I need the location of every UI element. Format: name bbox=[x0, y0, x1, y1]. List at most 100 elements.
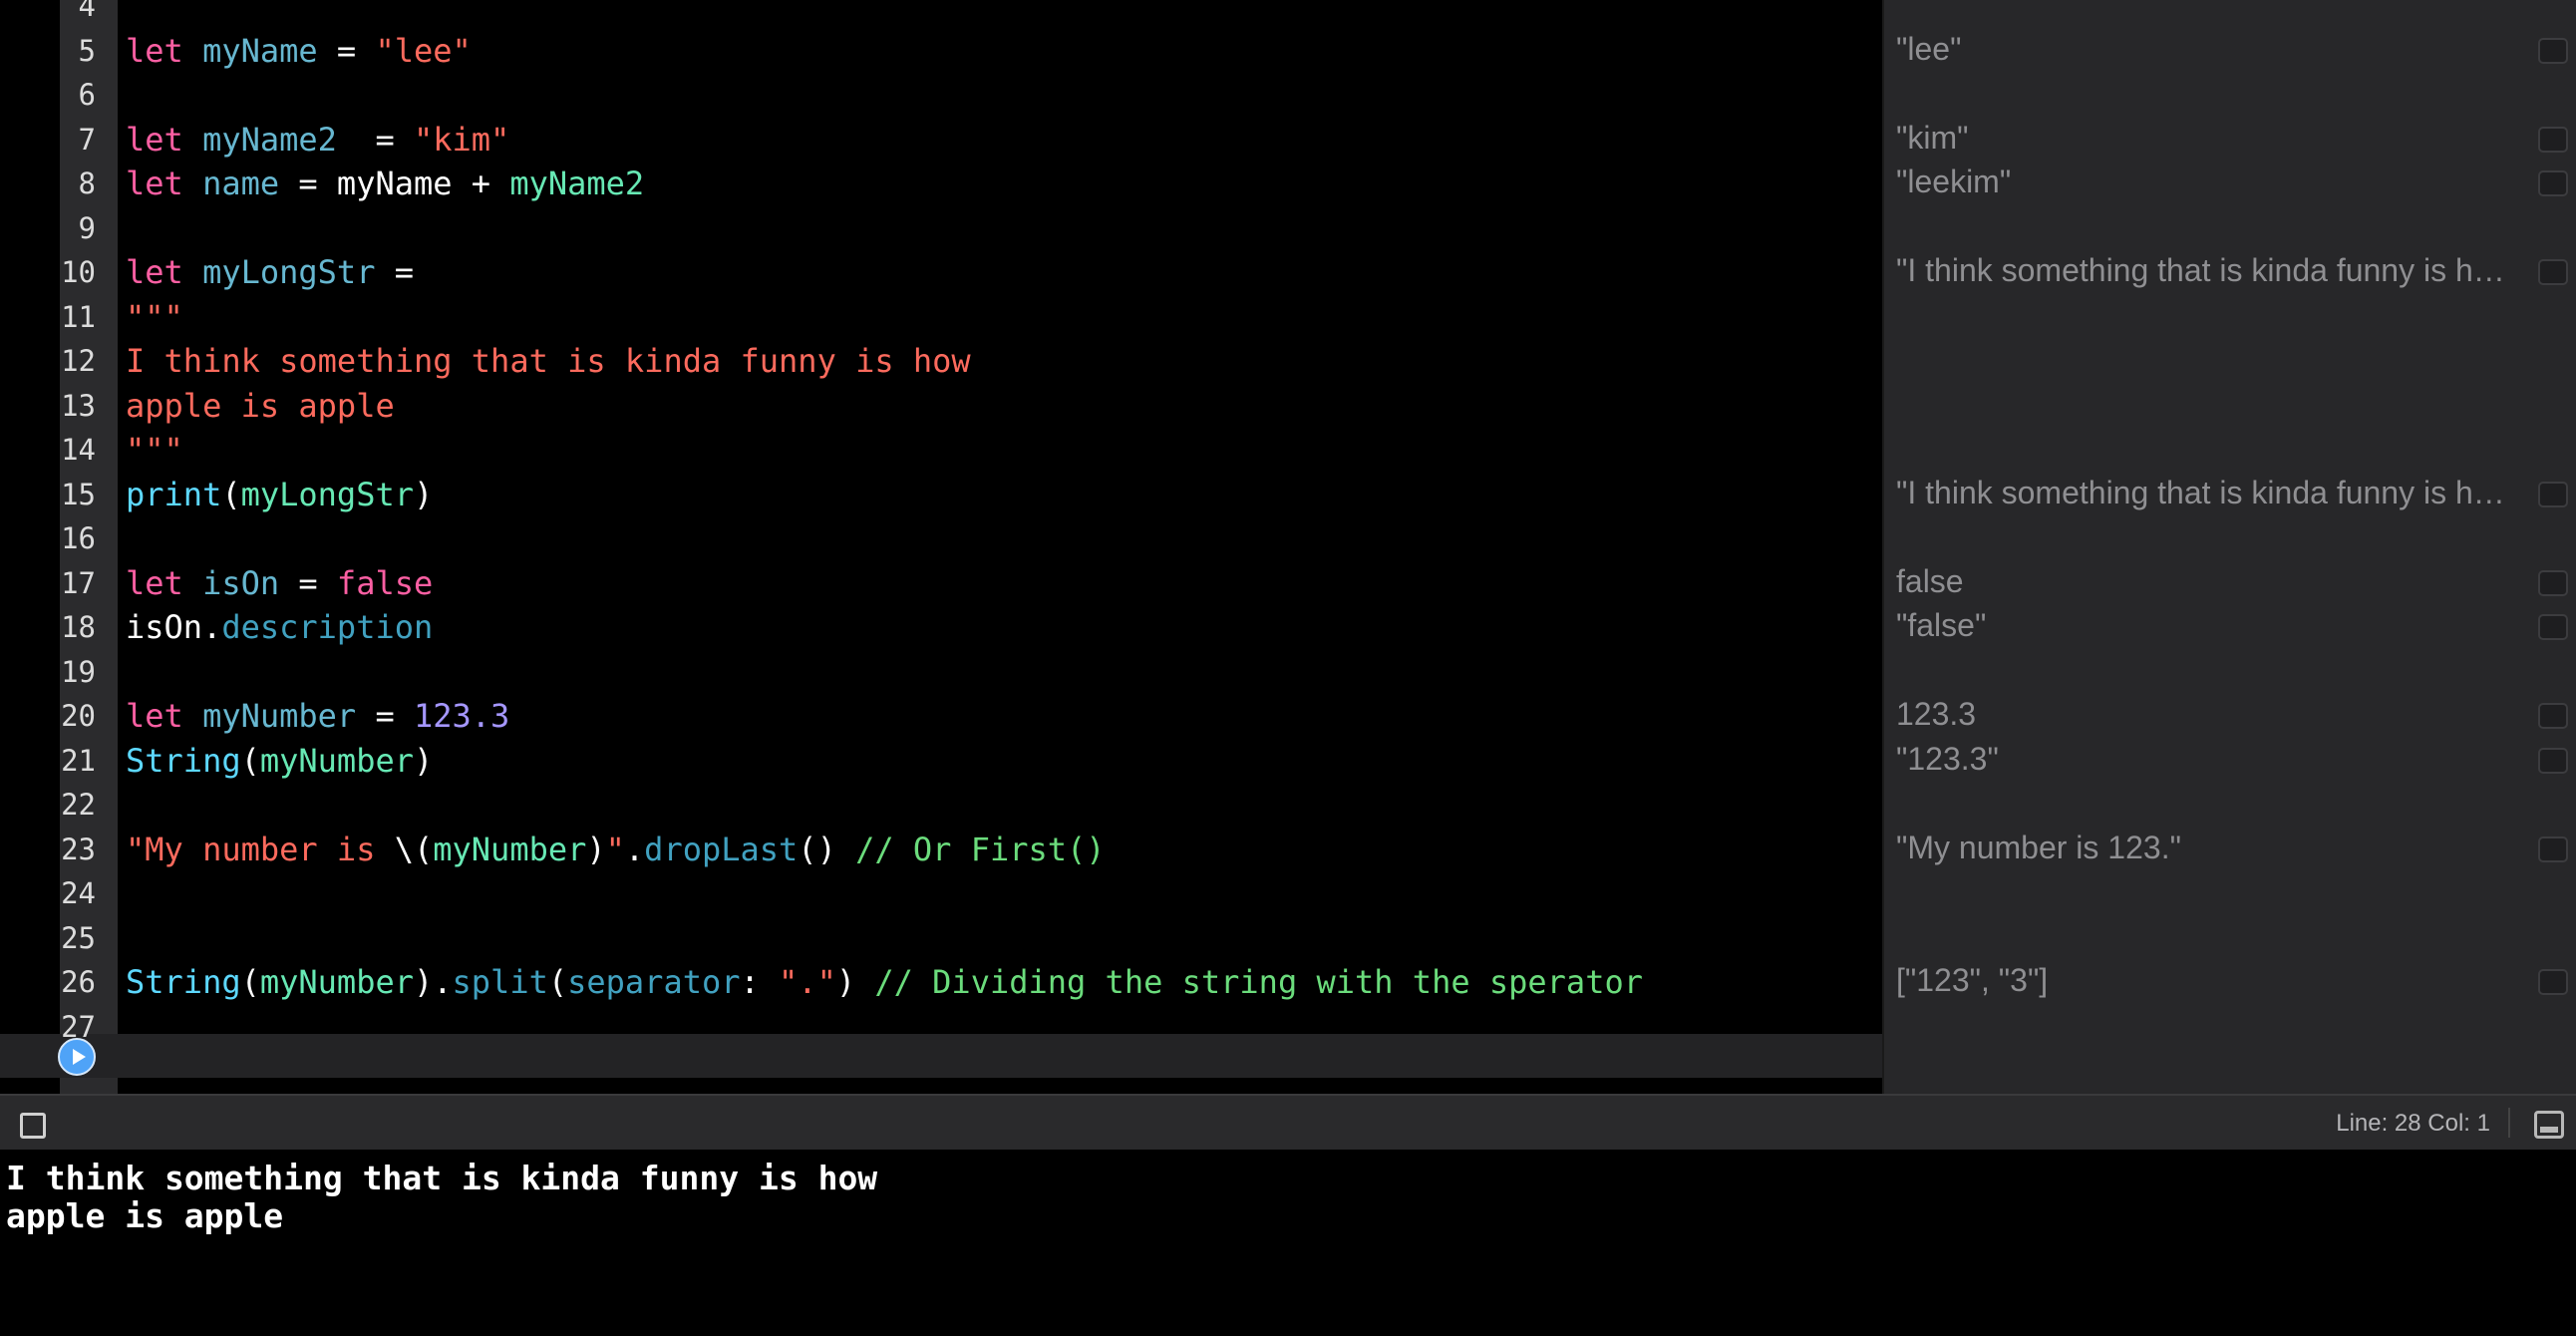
code-line[interactable]: 5 let myName = "lee" bbox=[0, 29, 1882, 73]
code-line[interactable]: 23 "My number is \(myNumber)".dropLast() … bbox=[0, 828, 1882, 871]
code-token: () bbox=[798, 831, 856, 868]
result-value: "kim" bbox=[1896, 120, 1969, 156]
result-value: ["123", "3"] bbox=[1896, 962, 2049, 998]
show-result-icon[interactable] bbox=[2538, 259, 2568, 285]
code-token: let bbox=[126, 32, 183, 70]
run-button[interactable] bbox=[58, 1038, 96, 1076]
code-text: apple is apple bbox=[126, 384, 395, 428]
hide-debug-area-button[interactable] bbox=[20, 1113, 46, 1139]
code-token: = bbox=[336, 121, 414, 159]
code-token: = bbox=[356, 697, 414, 735]
show-result-icon[interactable] bbox=[2538, 570, 2568, 596]
console-line: I think something that is kinda funny is… bbox=[6, 1159, 878, 1197]
code-token: print bbox=[126, 476, 222, 513]
result-value: "lee" bbox=[1896, 31, 1962, 67]
code-line[interactable]: 14 """ bbox=[0, 428, 1882, 472]
show-result-icon[interactable] bbox=[2538, 482, 2568, 507]
show-result-icon[interactable] bbox=[2538, 614, 2568, 640]
code-line[interactable]: 6 bbox=[0, 73, 1882, 117]
code-line[interactable]: 17 let isOn = false bbox=[0, 561, 1882, 605]
code-token: ( bbox=[240, 963, 260, 1001]
code-token: ). bbox=[413, 963, 453, 1001]
code-token: 123.3 bbox=[413, 697, 510, 735]
line-number: 9 bbox=[78, 211, 96, 245]
show-result-icon[interactable] bbox=[2538, 703, 2568, 729]
line-number: 4 bbox=[78, 0, 96, 23]
code-text: "My number is \(myNumber)".dropLast() //… bbox=[126, 828, 1106, 871]
code-line[interactable]: 27 bbox=[0, 1005, 1882, 1049]
line-number: 14 bbox=[61, 433, 96, 467]
code-line[interactable] bbox=[0, 1049, 1882, 1093]
code-token: myLongStr bbox=[202, 253, 376, 291]
code-text: let myName = "lee" bbox=[126, 29, 472, 73]
code-editor[interactable]: 4 5 let myName = "lee" 6 7 let myName2 = "kim… bbox=[0, 0, 1882, 1094]
console-line: apple is apple bbox=[6, 1196, 284, 1235]
show-result-icon[interactable] bbox=[2538, 38, 2568, 64]
code-line[interactable]: 22 bbox=[0, 783, 1882, 827]
code-token: myNumber bbox=[433, 831, 587, 868]
code-line[interactable]: 12 I think something that is kinda funny … bbox=[0, 339, 1882, 383]
show-result-icon[interactable] bbox=[2538, 170, 2568, 196]
code-line[interactable]: 8 let name = myName + myName2 bbox=[0, 162, 1882, 205]
code-token: separator bbox=[567, 963, 741, 1001]
code-line[interactable]: 19 bbox=[0, 650, 1882, 694]
code-token: "kim" bbox=[413, 121, 510, 159]
code-line[interactable]: 18 isOn.description bbox=[0, 605, 1882, 649]
line-number: 20 bbox=[61, 699, 96, 733]
code-line[interactable]: 24 bbox=[0, 871, 1882, 915]
code-token: let bbox=[126, 697, 183, 735]
code-line[interactable]: 4 bbox=[0, 0, 1882, 28]
code-line[interactable]: 20 let myNumber = 123.3 bbox=[0, 694, 1882, 738]
line-number: 15 bbox=[61, 478, 96, 511]
line-number: 19 bbox=[61, 655, 96, 689]
code-token: description bbox=[221, 608, 434, 646]
show-result-icon[interactable] bbox=[2538, 748, 2568, 774]
line-number: 18 bbox=[61, 610, 96, 644]
line-number: 22 bbox=[61, 788, 96, 822]
result-value: "123.3" bbox=[1896, 741, 1999, 777]
code-token: myNumber bbox=[202, 697, 357, 735]
show-result-icon[interactable] bbox=[2538, 836, 2568, 862]
code-token: ( bbox=[221, 476, 241, 513]
status-divider bbox=[2508, 1108, 2510, 1138]
code-token: String bbox=[126, 963, 241, 1001]
code-line[interactable]: 16 bbox=[0, 516, 1882, 560]
code-text: isOn.description bbox=[126, 605, 433, 649]
code-text: let myName2 = "kim" bbox=[126, 118, 509, 162]
result-value: "My number is 123." bbox=[1896, 830, 2181, 865]
code-token: myNumber bbox=[259, 963, 414, 1001]
code-token: dropLast bbox=[644, 831, 799, 868]
code-line[interactable]: 13 apple is apple bbox=[0, 384, 1882, 428]
line-number: 8 bbox=[78, 167, 96, 200]
code-token: isOn. bbox=[126, 608, 222, 646]
code-token: myName bbox=[202, 32, 318, 70]
code-token: = bbox=[375, 253, 414, 291]
line-number: 23 bbox=[61, 833, 96, 866]
result-value: "false" bbox=[1896, 607, 1987, 643]
line-number: 16 bbox=[61, 521, 96, 555]
code-line[interactable]: 26 String(myNumber).split(separator: ".")… bbox=[0, 960, 1882, 1004]
code-line[interactable]: 15 print(myLongStr) bbox=[0, 473, 1882, 516]
code-line[interactable]: 11 """ bbox=[0, 295, 1882, 339]
code-text: print(myLongStr) bbox=[126, 473, 433, 516]
code-token: let bbox=[126, 253, 183, 291]
code-token: "." bbox=[779, 963, 836, 1001]
result-value: "I think something that is kinda funny i… bbox=[1896, 475, 2514, 510]
line-number: 26 bbox=[61, 965, 96, 999]
line-number: 25 bbox=[61, 921, 96, 955]
code-token: String bbox=[126, 742, 241, 780]
code-text: let myLongStr = bbox=[126, 250, 414, 294]
show-result-icon[interactable] bbox=[2538, 127, 2568, 153]
code-token: myNumber bbox=[259, 742, 414, 780]
line-number: 10 bbox=[61, 255, 96, 289]
code-line[interactable]: 9 bbox=[0, 206, 1882, 250]
code-line[interactable]: 25 bbox=[0, 916, 1882, 960]
code-line[interactable]: 10 let myLongStr = bbox=[0, 250, 1882, 294]
panel-toggle-button[interactable] bbox=[2534, 1111, 2564, 1139]
code-line[interactable]: 7 let myName2 = "kim" bbox=[0, 118, 1882, 162]
show-result-icon[interactable] bbox=[2538, 969, 2568, 995]
code-line[interactable]: 21 String(myNumber) bbox=[0, 739, 1882, 783]
